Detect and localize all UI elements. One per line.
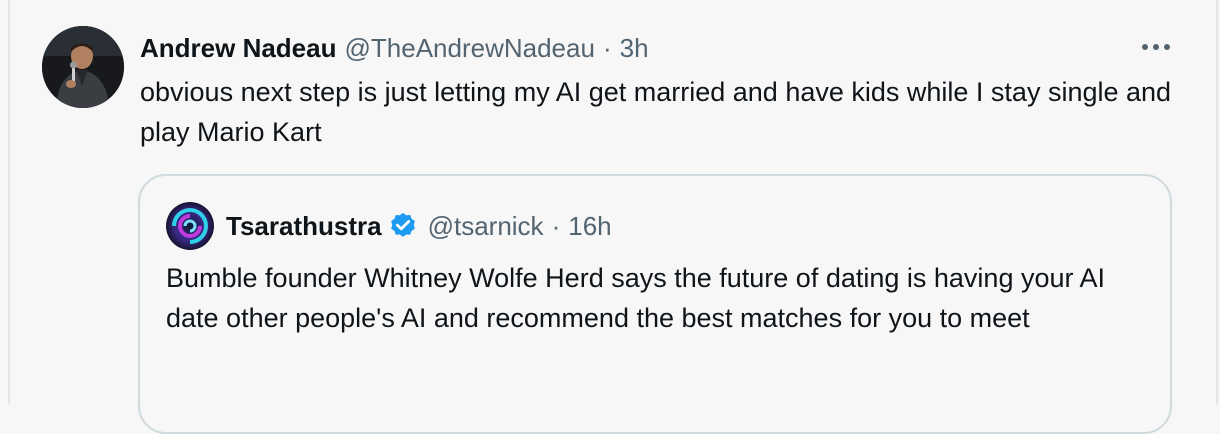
more-horizontal-icon (1142, 44, 1170, 50)
author-name[interactable]: Andrew Nadeau (140, 33, 337, 64)
quote-author-name[interactable]: Tsarathustra (226, 211, 382, 242)
tweet-header: Andrew Nadeau @TheAndrewNadeau · 3h (140, 30, 649, 66)
left-border (8, 0, 10, 404)
tweet-text: obvious next step is just letting my AI … (140, 77, 1172, 147)
quote-separator-dot: · (551, 210, 561, 241)
avatar-photo (42, 26, 124, 108)
verified-badge-icon (388, 211, 418, 241)
quote-author-avatar[interactable] (166, 202, 214, 250)
quote-text: Bumble founder Whitney Wolfe Herd says t… (166, 263, 1106, 333)
quote-author-handle[interactable]: @tsarnick (428, 211, 544, 242)
more-options-button[interactable] (1136, 32, 1176, 62)
quoted-tweet-card[interactable]: Tsarathustra @tsarnick · 16h Bumble foun… (138, 174, 1172, 434)
tweet-timestamp[interactable]: 3h (620, 33, 649, 64)
quote-timestamp[interactable]: 16h (568, 211, 611, 242)
author-avatar[interactable] (42, 26, 124, 108)
quote-header: Tsarathustra @tsarnick · 16h (226, 206, 612, 246)
separator-dot: · (602, 32, 612, 63)
author-handle[interactable]: @TheAndrewNadeau (345, 33, 595, 64)
right-border (1216, 0, 1218, 404)
swirl-avatar-icon (166, 202, 214, 250)
